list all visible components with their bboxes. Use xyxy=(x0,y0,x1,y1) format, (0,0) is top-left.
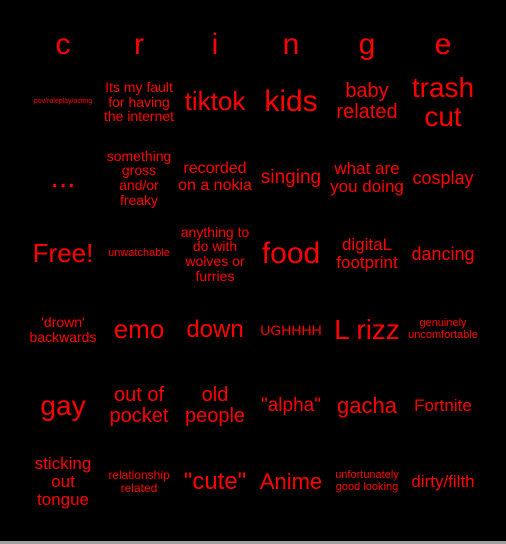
bingo-cell[interactable]: cosplay xyxy=(405,140,481,216)
bingo-cell[interactable]: out of pocket xyxy=(101,368,177,444)
bingo-cell[interactable]: dirty/filth xyxy=(405,444,481,520)
bingo-cell[interactable]: Fortnite xyxy=(405,368,481,444)
bingo-cell[interactable]: old people xyxy=(177,368,253,444)
bingo-row: Free! unwatchable anything to do with wo… xyxy=(25,216,481,292)
bingo-board: c r i n g e pov/roleplay/acting Its my f… xyxy=(25,26,481,520)
bingo-cell[interactable]: sticking out tongue xyxy=(25,444,101,520)
bingo-cell[interactable]: kids xyxy=(253,64,329,140)
bingo-row: gay out of pocket old people "alpha" gac… xyxy=(25,368,481,444)
bingo-cell[interactable]: Its my fault for having the internet xyxy=(101,64,177,140)
bingo-cell[interactable]: UGHHHH xyxy=(253,292,329,368)
bingo-cell[interactable]: down xyxy=(177,292,253,368)
header-letter: g xyxy=(358,28,376,61)
bingo-cell[interactable]: gay xyxy=(25,368,101,444)
bingo-cell[interactable]: what are you doing xyxy=(329,140,405,216)
bingo-cell[interactable]: trash cut xyxy=(405,64,481,140)
header-letter: e xyxy=(434,28,452,61)
bingo-cell[interactable]: food xyxy=(253,216,329,292)
bingo-row: pov/roleplay/acting Its my fault for hav… xyxy=(25,64,481,140)
bingo-cell[interactable]: L rizz xyxy=(329,292,405,368)
bingo-cell[interactable]: gacha xyxy=(329,368,405,444)
header-letter: n xyxy=(282,28,300,61)
bingo-cell[interactable]: tiktok xyxy=(177,64,253,140)
bingo-row: ... something gross and/or freaky record… xyxy=(25,140,481,216)
header-letter: c xyxy=(55,28,71,61)
bingo-row: sticking out tongue relationship related… xyxy=(25,444,481,520)
bingo-cell[interactable]: something gross and/or freaky xyxy=(101,140,177,216)
bingo-cell[interactable]: genuinely uncomfortable xyxy=(405,292,481,368)
bingo-cell[interactable]: Free! xyxy=(25,216,101,292)
bingo-cell[interactable]: unwatchable xyxy=(101,216,177,292)
bingo-row: 'drown' backwards emo down UGHHHH L rizz… xyxy=(25,292,481,368)
bingo-cell[interactable]: recorded on a nokia xyxy=(177,140,253,216)
bingo-cell[interactable]: anything to do with wolves or furries xyxy=(177,216,253,292)
bingo-cell[interactable]: ... xyxy=(25,140,101,216)
bingo-cell[interactable]: dancing xyxy=(405,216,481,292)
bingo-cell[interactable]: singing xyxy=(253,140,329,216)
header-row: c r i n g e xyxy=(25,26,481,64)
bingo-cell[interactable]: baby related xyxy=(329,64,405,140)
bingo-cell[interactable]: relationship related xyxy=(101,444,177,520)
bingo-cell[interactable]: pov/roleplay/acting xyxy=(25,64,101,140)
bingo-cell[interactable]: digitaL footprint xyxy=(329,216,405,292)
bingo-cell[interactable]: unfortunately good looking xyxy=(329,444,405,520)
bingo-cell[interactable]: "cute" xyxy=(177,444,253,520)
header-letter: r xyxy=(134,28,144,61)
bingo-cell[interactable]: emo xyxy=(101,292,177,368)
header-letter: i xyxy=(211,28,219,61)
bingo-cell[interactable]: "alpha" xyxy=(253,368,329,444)
bingo-cell[interactable]: 'drown' backwards xyxy=(25,292,101,368)
bingo-cell[interactable]: Anime xyxy=(253,444,329,520)
